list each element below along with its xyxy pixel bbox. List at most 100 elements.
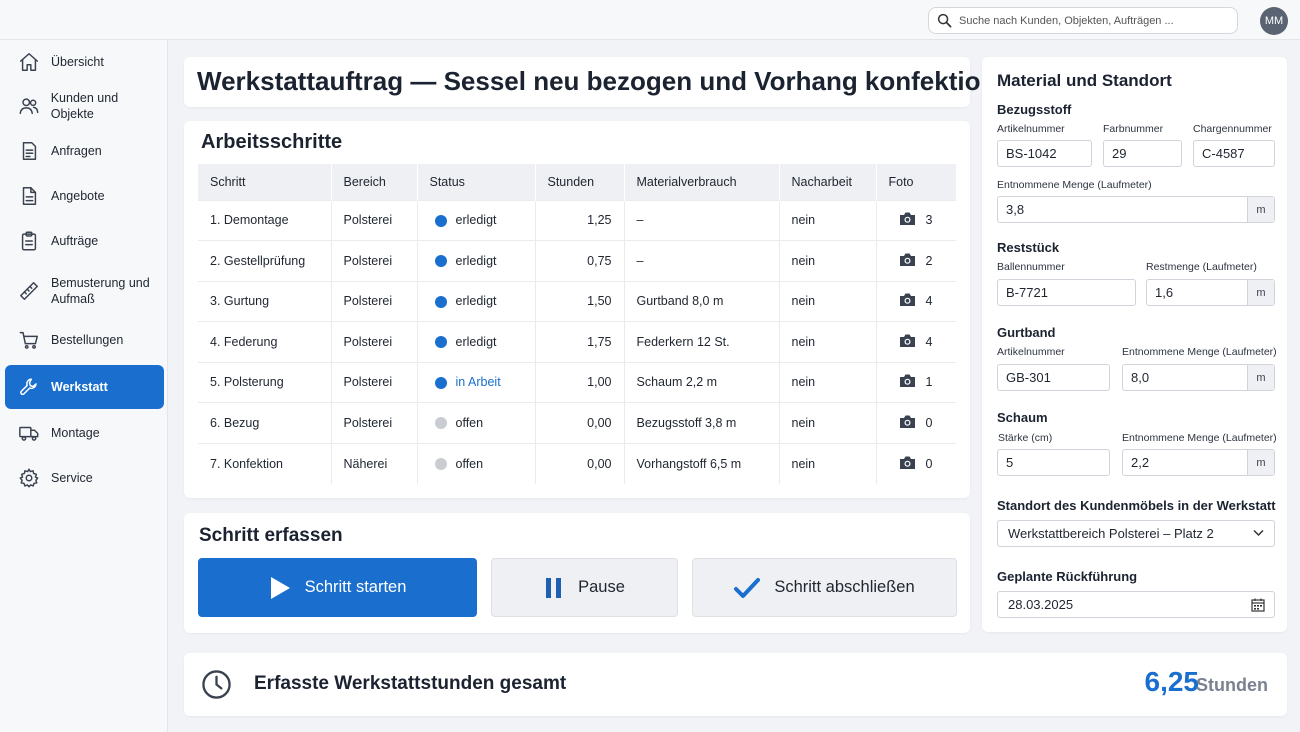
material-cell: Federkern 12 St.	[624, 321, 780, 362]
bezugsstoff-color-field[interactable]: 29	[1103, 140, 1182, 167]
unit-label: m	[1247, 197, 1274, 222]
column-header[interactable]: Status	[417, 164, 536, 200]
table-row[interactable]: 5. Polsterung Polsterei in Arbeit 1,00 Schau…	[198, 361, 956, 403]
sidebar-item-bestellungen[interactable]: Bestellungen	[5, 318, 164, 362]
sidebar-item-kunden[interactable]: Kunden und Objekte	[5, 84, 164, 128]
table-row[interactable]: 6. Bezug Polsterei offen 0,00 Bezugsstoff 3,…	[198, 402, 956, 443]
top-bar: MM	[0, 0, 1300, 40]
status-cell: erledigt	[417, 199, 536, 241]
column-header[interactable]: Stunden	[535, 164, 625, 200]
photo-count[interactable]: 2	[889, 252, 932, 270]
status-label: in Arbeit	[455, 375, 501, 390]
camera-icon	[899, 211, 926, 229]
photo-count-value: 4	[925, 294, 933, 309]
column-header[interactable]: Nacharbeit	[779, 164, 877, 200]
return-date-field[interactable]: 28.03.2025	[997, 591, 1275, 618]
batch-number-label: Chargennummer	[1193, 123, 1272, 135]
area-cell: Polsterei	[331, 361, 418, 403]
photo-cell[interactable]: 4	[876, 321, 956, 362]
hours-cell: 0,00	[535, 442, 625, 484]
column-header[interactable]: Schritt	[198, 164, 332, 200]
photo-cell[interactable]: 4	[876, 280, 956, 322]
column-header[interactable]: Bereich	[331, 164, 418, 200]
photo-count[interactable]: 1	[889, 373, 932, 391]
rework-cell: nein	[779, 321, 877, 362]
unit-label: m	[1247, 365, 1274, 390]
finish-step-button[interactable]: Schritt abschließen	[692, 558, 957, 617]
sidebar-item-werkstatt[interactable]: Werkstatt	[5, 365, 164, 409]
sidebar-item-montage[interactable]: Montage	[5, 411, 164, 455]
schaum-thickness-field[interactable]: 5	[997, 449, 1110, 476]
sidebar-item-auftraege[interactable]: Aufträge	[5, 219, 164, 263]
bezugsstoff-batch-field[interactable]: C-4587	[1193, 140, 1275, 167]
calendar-icon[interactable]	[1251, 598, 1265, 612]
table-row[interactable]: 2. Gestellprüfung Polsterei erledigt 0,75– n…	[198, 240, 956, 281]
sidebar-item-bemusterung[interactable]: Bemusterung und Aufmaß	[5, 268, 164, 314]
rework-cell: nein	[779, 402, 877, 443]
photo-count[interactable]: 4	[889, 292, 933, 310]
photo-cell[interactable]: 1	[876, 361, 956, 403]
quantity-label: Entnommene Menge (Laufmeter)	[1122, 346, 1277, 358]
step-cell: 5. Polsterung	[198, 361, 332, 403]
start-step-button[interactable]: Schritt starten	[198, 558, 477, 617]
bale-number-field[interactable]: B-7721	[997, 279, 1136, 306]
sidebar-item-label: Montage	[51, 426, 100, 440]
status-dot-icon	[434, 255, 447, 268]
pause-button[interactable]: Pause	[491, 558, 678, 617]
status-label: offen	[455, 415, 484, 430]
schaum-heading: Schaum	[997, 410, 1048, 425]
rework-cell: nein	[779, 361, 877, 403]
avatar[interactable]: MM	[1260, 7, 1288, 35]
gurtband-quantity-field[interactable]: 8,0 m	[1122, 364, 1275, 391]
status-dot-icon	[434, 417, 447, 430]
material-cell: Gurtband 8,0 m	[624, 280, 780, 322]
sidebar: Übersicht Kunden und Objekte Anfragen An…	[0, 40, 168, 732]
status-dot-icon	[434, 214, 447, 227]
sidebar-item-label: Angebote	[51, 189, 105, 203]
material-cell: –	[624, 240, 780, 281]
photo-count[interactable]: 3	[889, 211, 932, 229]
table-row[interactable]: 7. Konfektion Näherei offen 0,00 Vorhangstof…	[198, 442, 956, 484]
area-cell: Polsterei	[331, 280, 418, 322]
photo-cell[interactable]: 2	[876, 240, 956, 281]
sidebar-item-uebersicht[interactable]: Übersicht	[5, 40, 164, 84]
column-header[interactable]: Foto	[876, 164, 956, 200]
steps-card: Arbeitsschritte Schritt Bereich Status S…	[184, 121, 970, 498]
gurtband-article-field[interactable]: GB-301	[997, 364, 1110, 391]
bezugsstoff-quantity-field[interactable]: 3,8 m	[997, 196, 1275, 223]
photo-count[interactable]: 0	[889, 455, 932, 473]
bezugsstoff-article-field[interactable]: BS-1042	[997, 140, 1092, 167]
photo-cell[interactable]: 3	[876, 199, 956, 241]
table-row[interactable]: 1. Demontage Polsterei erledigt 1,25– nein 3	[198, 199, 956, 241]
document-icon	[5, 140, 51, 162]
play-icon	[270, 576, 290, 599]
area-cell: Polsterei	[331, 240, 418, 281]
sidebar-item-service[interactable]: Service	[5, 456, 164, 500]
step-cell: 4. Federung	[198, 321, 332, 362]
sidebar-item-label: Bemusterung und Aufmaß	[51, 276, 150, 306]
area-cell: Polsterei	[331, 321, 418, 362]
sidebar-item-angebote[interactable]: Angebote	[5, 174, 164, 218]
photo-cell[interactable]: 0	[876, 402, 956, 443]
table-row[interactable]: 3. Gurtung Polsterei erledigt 1,50 Gurtband …	[198, 280, 956, 322]
search-box[interactable]	[928, 7, 1238, 34]
bezugsstoff-heading: Bezugsstoff	[997, 102, 1072, 117]
schaum-quantity-field[interactable]: 2,2 m	[1122, 449, 1275, 476]
camera-icon	[899, 333, 926, 351]
column-header[interactable]: Materialverbrauch	[624, 164, 780, 200]
sidebar-item-label: Service	[51, 471, 93, 485]
sidebar-item-anfragen[interactable]: Anfragen	[5, 129, 164, 173]
rest-quantity-field[interactable]: 1,6 m	[1146, 279, 1275, 306]
rework-cell: nein	[779, 280, 877, 322]
table-row[interactable]: 4. Federung Polsterei erledigt 1,75 Federker…	[198, 321, 956, 362]
search-input[interactable]	[959, 14, 1229, 27]
sidebar-item-label: Übersicht	[51, 55, 104, 69]
total-hours-label: Erfasste Werkstattstunden gesamt	[254, 673, 567, 694]
material-panel: Material und Standort Bezugsstoff Artike…	[982, 57, 1287, 632]
location-select[interactable]: Werkstattbereich Polsterei – Platz 2	[997, 520, 1275, 547]
article-number-label: Artikelnummer	[997, 346, 1065, 358]
photo-count[interactable]: 0	[889, 414, 932, 432]
gear-icon	[5, 467, 51, 489]
photo-count[interactable]: 4	[889, 333, 932, 351]
photo-cell[interactable]: 0	[876, 442, 956, 484]
